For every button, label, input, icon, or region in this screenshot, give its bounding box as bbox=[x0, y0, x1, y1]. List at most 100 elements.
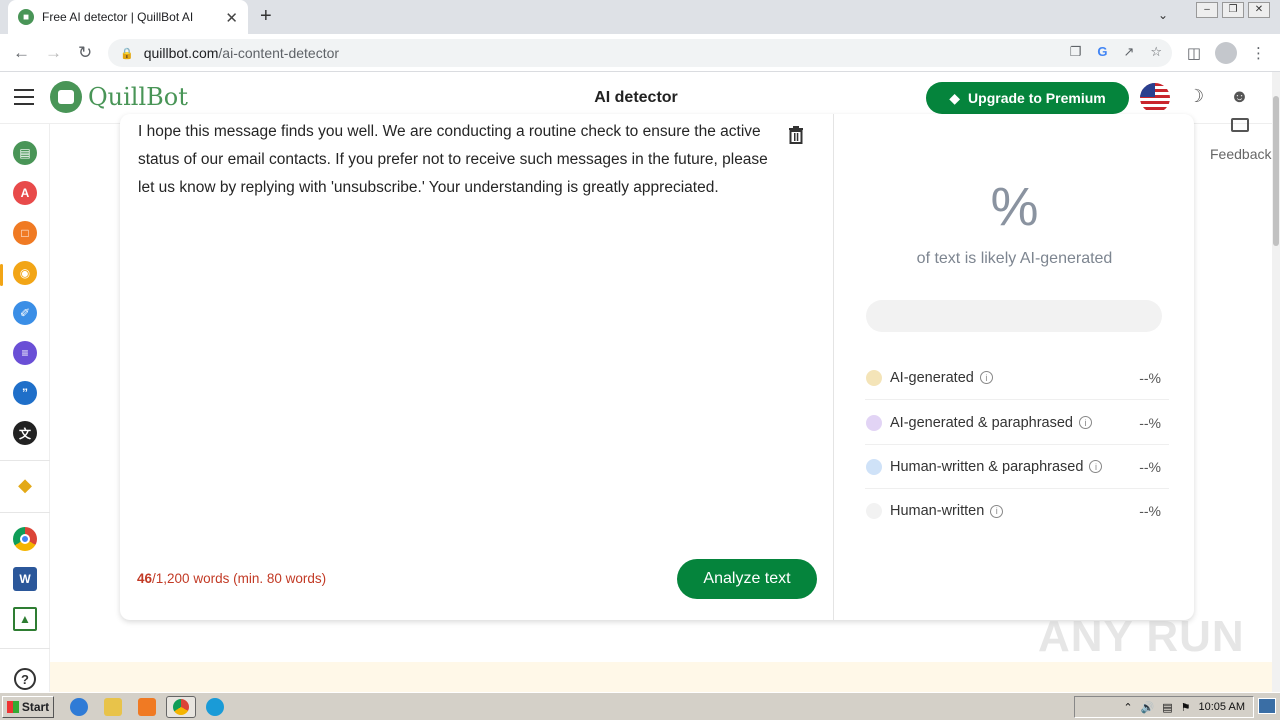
desktop-app-icon[interactable]: ▲ bbox=[13, 607, 37, 631]
windows-logo-icon bbox=[6, 701, 19, 713]
summarizer-icon[interactable]: ✐ bbox=[13, 301, 37, 325]
close-tab-icon[interactable]: ✕ bbox=[225, 9, 238, 27]
back-icon[interactable]: ← bbox=[13, 43, 30, 63]
feedback-icon bbox=[1231, 118, 1249, 132]
tray-arrow-icon[interactable]: ⌃ bbox=[1123, 701, 1132, 714]
category-value: --% bbox=[1139, 369, 1161, 386]
anyrun-watermark: ANY RUN bbox=[1038, 612, 1245, 661]
citation-icon[interactable]: ≡ bbox=[13, 341, 37, 365]
premium-icon[interactable]: ◆ bbox=[13, 473, 37, 497]
sidepanel-icon[interactable]: ◫ bbox=[1187, 44, 1201, 62]
chrome-taskbar-button[interactable] bbox=[166, 696, 196, 718]
results-panel: % of text is likely AI-generated AI-gene… bbox=[835, 114, 1194, 620]
main-content: I hope this message finds you well. We a… bbox=[50, 114, 1272, 692]
result-progress-bar bbox=[866, 300, 1162, 332]
category-label: AI-generated bbox=[890, 369, 974, 386]
flag-icon[interactable]: ⚑ bbox=[1181, 701, 1191, 714]
diamond-icon: ◆ bbox=[949, 89, 961, 106]
clock[interactable]: 10:05 AM bbox=[1199, 701, 1245, 713]
sidebar-divider bbox=[0, 460, 50, 461]
category-label: Human-written bbox=[890, 503, 985, 519]
footer-banner bbox=[50, 662, 1272, 692]
info-icon[interactable]: i bbox=[1089, 460, 1103, 473]
quillbot-favicon-icon: ■ bbox=[18, 9, 34, 25]
system-tray: ⌃ 🔊 ▤ ⚑ 10:05 AM bbox=[1074, 696, 1254, 718]
category-value: --% bbox=[1139, 414, 1161, 431]
network-icon[interactable]: ▤ bbox=[1162, 701, 1172, 714]
media-player-icon[interactable] bbox=[138, 698, 156, 716]
bookmark-star-icon[interactable]: ☆ bbox=[1150, 44, 1162, 60]
help-icon[interactable]: ? bbox=[14, 668, 36, 690]
info-icon[interactable]: i bbox=[990, 504, 1004, 518]
windows-taskbar: Start ⌃ 🔊 ▤ ⚑ 10:05 AM bbox=[0, 692, 1280, 720]
close-window-icon[interactable]: ✕ bbox=[1248, 2, 1270, 18]
restore-icon[interactable]: ❐ bbox=[1222, 2, 1244, 18]
info-icon[interactable]: i bbox=[979, 371, 993, 384]
info-icon[interactable]: i bbox=[1079, 416, 1092, 429]
browser-tab[interactable]: ■ Free AI detector | QuillBot AI ✕ bbox=[8, 0, 248, 34]
window-controls: – ❐ ✕ bbox=[1196, 0, 1270, 18]
word-addin-icon[interactable]: W bbox=[13, 567, 37, 591]
page-scrollbar[interactable] bbox=[1272, 72, 1280, 692]
grammar-checker-icon[interactable]: A bbox=[13, 181, 37, 205]
delete-trash-icon[interactable] bbox=[788, 126, 804, 144]
active-indicator bbox=[0, 264, 3, 286]
quotes-icon[interactable]: ” bbox=[13, 381, 37, 405]
analyze-text-button[interactable]: Analyze text bbox=[677, 559, 817, 599]
detector-card: I hope this message finds you well. We a… bbox=[120, 114, 1194, 620]
account-icon[interactable]: ☻ bbox=[1230, 86, 1249, 107]
volume-icon[interactable]: 🔊 bbox=[1141, 701, 1155, 714]
upgrade-premium-button[interactable]: ◆ Upgrade to Premium bbox=[926, 82, 1129, 114]
category-dot bbox=[866, 503, 882, 519]
tab-search-chevron-icon[interactable]: ⌄ bbox=[1158, 8, 1168, 22]
category-dot bbox=[866, 369, 882, 386]
ai-percentage-label: of text is likely AI-generated bbox=[916, 250, 1113, 267]
start-button[interactable]: Start bbox=[2, 696, 54, 718]
category-row: AI-generated & paraphrased i --% bbox=[865, 401, 1169, 445]
sidebar-divider bbox=[0, 648, 50, 649]
address-bar-row: ← → ↻ 🔒 quillbot.com/ai-content-detector… bbox=[0, 34, 1280, 72]
category-value: --% bbox=[1139, 458, 1161, 475]
category-dot bbox=[866, 458, 882, 475]
new-tab-icon[interactable]: + bbox=[260, 5, 272, 28]
copy-icon[interactable]: ❐ bbox=[1070, 44, 1082, 60]
category-value: --% bbox=[1139, 503, 1161, 519]
feedback-label: Feedback bbox=[1210, 146, 1272, 162]
chrome-extension-icon[interactable] bbox=[13, 527, 37, 551]
show-desktop-icon[interactable] bbox=[1258, 698, 1276, 714]
edge-icon[interactable] bbox=[206, 698, 224, 716]
google-icon[interactable]: G bbox=[1097, 44, 1107, 60]
translator-icon[interactable]: 文 bbox=[13, 421, 37, 445]
word-count: 46/1,200 words (min. 80 words) bbox=[137, 571, 326, 586]
browser-tab-bar: ■ Free AI detector | QuillBot AI ✕ + ⌄ –… bbox=[0, 0, 1280, 34]
forward-icon[interactable]: → bbox=[45, 43, 62, 63]
category-row: Human-written & paraphrased i --% bbox=[865, 445, 1169, 489]
plagiarism-checker-icon[interactable]: □ bbox=[13, 221, 37, 245]
url-field[interactable]: 🔒 quillbot.com/ai-content-detector ❐ G ↗… bbox=[108, 39, 1172, 67]
start-label: Start bbox=[21, 700, 50, 714]
feedback-button[interactable]: Feedback bbox=[1210, 118, 1272, 162]
word-count-value: 46 bbox=[137, 571, 153, 586]
input-text[interactable]: I hope this message finds you well. We a… bbox=[138, 118, 768, 202]
category-row: AI-generated i --% bbox=[865, 356, 1169, 400]
browser-menu-icon[interactable]: ⋮ bbox=[1251, 44, 1266, 62]
reload-icon[interactable]: ↻ bbox=[78, 43, 92, 63]
ai-detector-icon[interactable]: ◉ bbox=[13, 261, 37, 285]
scrollbar-thumb[interactable] bbox=[1273, 96, 1279, 246]
paraphraser-icon[interactable]: ▤ bbox=[13, 141, 37, 165]
category-row: Human-written i --% bbox=[865, 489, 1169, 533]
file-explorer-icon[interactable] bbox=[104, 698, 122, 716]
text-editor-panel[interactable]: I hope this message finds you well. We a… bbox=[120, 114, 834, 620]
share-icon[interactable]: ↗ bbox=[1123, 44, 1134, 60]
url-path: /ai-content-detector bbox=[218, 45, 340, 61]
tab-title: Free AI detector | QuillBot AI bbox=[42, 10, 194, 24]
dark-mode-moon-icon[interactable]: ☽ bbox=[1188, 86, 1204, 107]
us-flag-icon[interactable] bbox=[1140, 83, 1170, 113]
tools-sidebar: ▤ A □ ◉ ✐ ≡ ” 文 ◆ W ▲ ? bbox=[0, 124, 50, 692]
internet-explorer-icon[interactable] bbox=[70, 698, 88, 716]
chrome-icon bbox=[173, 699, 189, 715]
ai-percentage: % bbox=[990, 177, 1039, 237]
category-dot bbox=[866, 414, 882, 431]
profile-avatar[interactable] bbox=[1215, 42, 1237, 64]
minimize-icon[interactable]: – bbox=[1196, 2, 1218, 18]
